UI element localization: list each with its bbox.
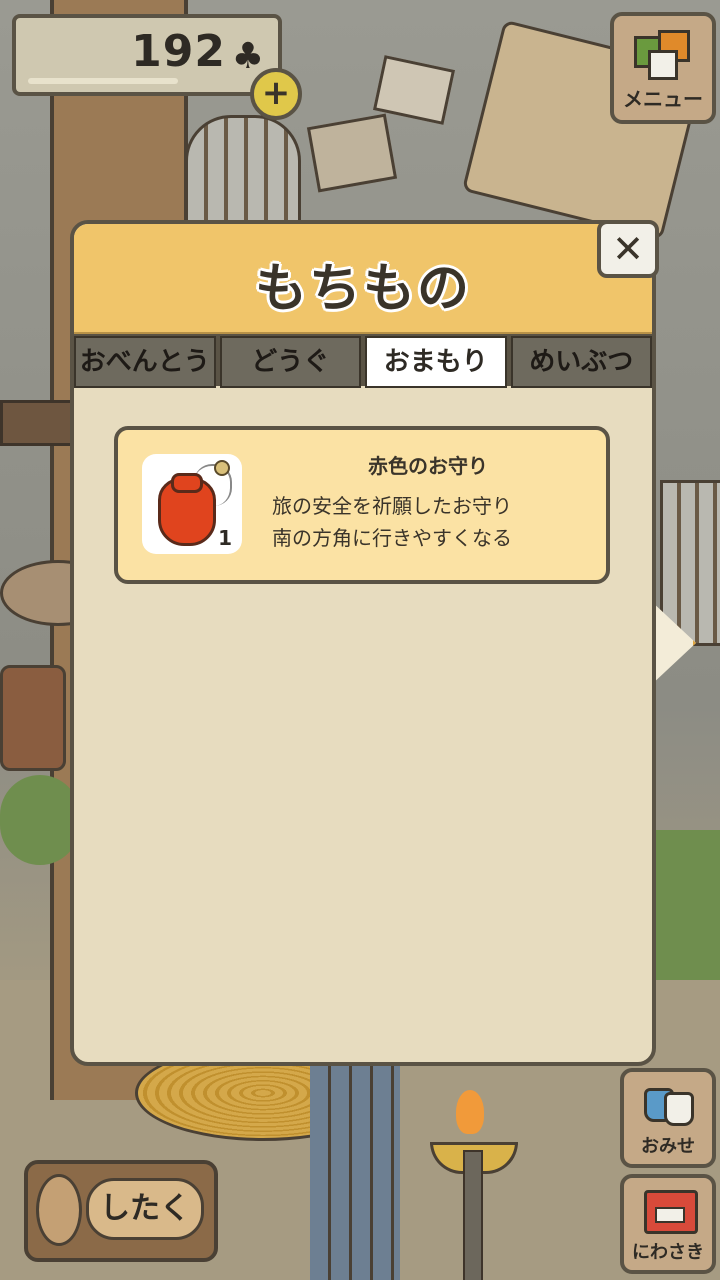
- plant: [0, 775, 80, 865]
- shop-label: おみせ: [641, 1136, 695, 1157]
- dialog-header: もちもの: [74, 224, 652, 335]
- candle-stand: [430, 1090, 518, 1280]
- item-name: 赤色のお守り: [368, 454, 488, 478]
- menu-button[interactable]: メニュー: [610, 12, 716, 124]
- green-rug: [650, 830, 720, 980]
- tab-souvenirs[interactable]: めいぶつ: [510, 336, 652, 388]
- red-charm-pouch-icon: [158, 473, 216, 546]
- list-item[interactable]: 1 赤色のお守り 旅の安全を祈願したお守り 南の方角に行きやすくなる: [114, 426, 610, 584]
- tab-charms[interactable]: おまもり: [365, 336, 507, 388]
- clover-count: 192: [131, 26, 226, 77]
- clover-counter: 192 ♣: [12, 14, 282, 96]
- menu-icon: [634, 30, 690, 80]
- shop-button[interactable]: おみせ: [620, 1068, 716, 1168]
- inventory-tabs: おべんとう どうぐ おまもり めいぶつ: [74, 334, 652, 388]
- inventory-dialog: もちもの おべんとう どうぐ おまもり めいぶつ 1 赤色のお守り 旅の安全を祈…: [70, 220, 656, 1066]
- item-description-line: 旅の安全を祈願したお守り: [272, 494, 512, 518]
- dialog-title: もちもの: [254, 259, 471, 319]
- tab-bento[interactable]: おべんとう: [74, 336, 216, 388]
- item-count: 1: [218, 526, 232, 550]
- add-clover-button[interactable]: +: [250, 68, 302, 120]
- menu-label: メニュー: [623, 87, 703, 111]
- clay-jar: [0, 665, 66, 771]
- item-description-line: 南の方角に行きやすくなる: [272, 526, 512, 550]
- garden-button[interactable]: にわさき: [620, 1174, 716, 1274]
- counter-highlight: [28, 78, 178, 84]
- tab-tools[interactable]: どうぐ: [219, 336, 361, 388]
- candle-stick: [463, 1150, 483, 1280]
- pinned-note: [306, 113, 398, 193]
- close-button[interactable]: ✕: [597, 220, 659, 278]
- round-window: [185, 115, 301, 226]
- prepare-button[interactable]: したく: [24, 1160, 218, 1262]
- hanging-curtain: [310, 1065, 400, 1280]
- candle-flame: [456, 1090, 484, 1134]
- mailbox-icon: [644, 1190, 698, 1234]
- clover-icon: ♣: [231, 36, 264, 77]
- prepare-label: したく: [86, 1178, 204, 1240]
- item-thumbnail: 1: [142, 454, 242, 554]
- shop-bags-icon: [644, 1082, 694, 1126]
- garden-label: にわさき: [632, 1242, 704, 1263]
- pouch-bead: [214, 460, 230, 476]
- item-description: 旅の安全を祈願したお守り 南の方角に行きやすくなる: [272, 490, 592, 554]
